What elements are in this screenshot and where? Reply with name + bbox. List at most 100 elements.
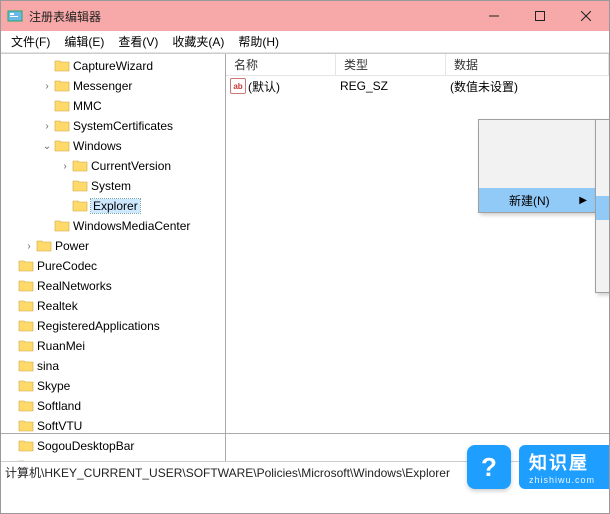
tree-node-purecodec[interactable]: PureCodec [1, 256, 225, 276]
tree-node-capturewizard[interactable]: CaptureWizard [1, 56, 225, 76]
folder-icon [18, 419, 34, 433]
folder-icon [18, 339, 34, 353]
list-row[interactable]: ab (默认) REG_SZ (数值未设置) [226, 76, 609, 96]
tree-node-registeredapplications[interactable]: RegisteredApplications [1, 316, 225, 336]
tree-label: Softland [37, 399, 81, 413]
tree-node-explorer[interactable]: Explorer [1, 196, 225, 216]
menu-file[interactable]: 文件(F) [5, 31, 58, 52]
watermark-badge-icon: ? [467, 445, 511, 489]
folder-icon [18, 459, 34, 461]
status-path: 计算机\HKEY_CURRENT_USER\SOFTWARE\Policies\… [5, 464, 450, 481]
tree-label: sina [37, 359, 59, 373]
tree-node-skype[interactable]: Skype [1, 376, 225, 396]
tree-node-realnetworks[interactable]: RealNetworks [1, 276, 225, 296]
menu-favorites[interactable]: 收藏夹(A) [166, 31, 232, 52]
expander-icon[interactable]: › [41, 121, 53, 132]
tree-label: Skype [37, 379, 70, 393]
tree-node-mmc[interactable]: MMC [1, 96, 225, 116]
tree-label: Power [55, 239, 89, 253]
tree-label: Realtek [37, 299, 78, 313]
watermark-text: 知识屋 zhishiwu.com [519, 445, 609, 489]
folder-icon [18, 259, 34, 273]
value-type: REG_SZ [336, 79, 446, 93]
submenu-dword[interactable]: DWORD (32 位)值(D) [596, 196, 609, 220]
tree-node-sogoudesktopbar[interactable]: SogouDesktopBar [1, 436, 225, 456]
menu-new[interactable]: 新建(N) ▶ [479, 188, 595, 212]
folder-icon [54, 59, 70, 73]
tree-node-messenger[interactable]: › Messenger [1, 76, 225, 96]
submenu-key[interactable]: 项(K) [596, 120, 609, 144]
folder-icon [18, 299, 34, 313]
tree-label: Windows [73, 139, 122, 153]
submenu-binary[interactable]: 二进制值(B) [596, 172, 609, 196]
tree-label: CaptureWizard [73, 59, 153, 73]
expander-icon[interactable]: › [59, 161, 71, 172]
tree-node-windowsmediacenter[interactable]: WindowsMediaCenter [1, 216, 225, 236]
submenu-multi[interactable]: 多字符串值(M) [596, 244, 609, 268]
tree-label: RegisteredApplications [37, 319, 160, 333]
minimize-button[interactable] [471, 1, 517, 31]
tree-node-system[interactable]: System [1, 176, 225, 196]
list-header: 名称 类型 数据 [226, 54, 609, 76]
tree-label: SoftVTU [37, 419, 82, 433]
menu-help[interactable]: 帮助(H) [232, 31, 287, 52]
submenu-expand[interactable]: 可扩充字符串值(E) [596, 268, 609, 292]
window-title: 注册表编辑器 [29, 8, 471, 25]
expander-icon[interactable]: › [23, 241, 35, 252]
regedit-icon [7, 8, 23, 24]
folder-icon [72, 159, 88, 173]
tree-label: Explorer [91, 199, 140, 213]
tree-label: WindowsMediaCenter [73, 219, 190, 233]
tree-label: CurrentVersion [91, 159, 171, 173]
folder-icon [54, 79, 70, 93]
folder-icon [18, 279, 34, 293]
tree-label: Messenger [73, 79, 132, 93]
titlebar: 注册表编辑器 [1, 1, 609, 31]
value-name: (默认) [248, 78, 280, 95]
tree-node-windows[interactable]: ⌄ Windows [1, 136, 225, 156]
tree-node-power[interactable]: › Power [1, 236, 225, 256]
submenu-qword[interactable]: QWORD (64 位)值(Q) [596, 220, 609, 244]
tree-pane[interactable]: CaptureWizard › Messenger MMC › SystemCertifi… [1, 54, 226, 461]
tree-node-realtek[interactable]: Realtek [1, 296, 225, 316]
tree-node-sogouinput[interactable]: SogouInput [1, 456, 225, 461]
tree-label: SystemCertificates [73, 119, 173, 133]
client-area: CaptureWizard › Messenger MMC › SystemCertifi… [1, 53, 609, 461]
folder-icon [18, 319, 34, 333]
submenu-string[interactable]: 字符串值(S) [596, 148, 609, 172]
list-pane: 名称 类型 数据 ab (默认) REG_SZ (数值未设置) 新建(N) ▶ … [226, 54, 609, 461]
tree-label: SogouDesktopBar [37, 439, 134, 453]
column-type[interactable]: 类型 [336, 54, 446, 75]
folder-icon [18, 359, 34, 373]
tree-label: System [91, 179, 131, 193]
tree-node-sina[interactable]: sina [1, 356, 225, 376]
folder-icon [18, 379, 34, 393]
tree-node-systemcertificates[interactable]: › SystemCertificates [1, 116, 225, 136]
watermark: ? 知识屋 zhishiwu.com [467, 443, 609, 491]
tree-node-currentversion[interactable]: › CurrentVersion [1, 156, 225, 176]
tree-node-ruanmei[interactable]: RuanMei [1, 336, 225, 356]
menu-edit[interactable]: 编辑(E) [58, 31, 112, 52]
menu-view[interactable]: 查看(V) [112, 31, 166, 52]
tree-label: PureCodec [37, 259, 97, 273]
maximize-button[interactable] [517, 1, 563, 31]
tree-label: RealNetworks [37, 279, 112, 293]
tree-label: RuanMei [37, 339, 85, 353]
folder-icon [54, 219, 70, 233]
folder-icon [18, 439, 34, 453]
folder-icon [36, 239, 52, 253]
tree-label: SogouInput [37, 459, 98, 461]
menu-new-label: 新建(N) [509, 192, 550, 209]
value-data: (数值未设置) [446, 78, 609, 95]
expander-icon[interactable]: ⌄ [41, 141, 53, 152]
tree-node-softland[interactable]: Softland [1, 396, 225, 416]
expander-icon[interactable]: › [41, 81, 53, 92]
column-name[interactable]: 名称 [226, 54, 336, 75]
column-data[interactable]: 数据 [446, 54, 609, 75]
menubar: 文件(F) 编辑(E) 查看(V) 收藏夹(A) 帮助(H) [1, 31, 609, 53]
close-button[interactable] [563, 1, 609, 31]
tree-label: MMC [73, 99, 102, 113]
folder-icon [54, 99, 70, 113]
context-menu: 新建(N) ▶ [478, 119, 596, 213]
context-submenu: 项(K) 字符串值(S) 二进制值(B) DWORD (32 位)值(D) QW… [595, 119, 609, 293]
